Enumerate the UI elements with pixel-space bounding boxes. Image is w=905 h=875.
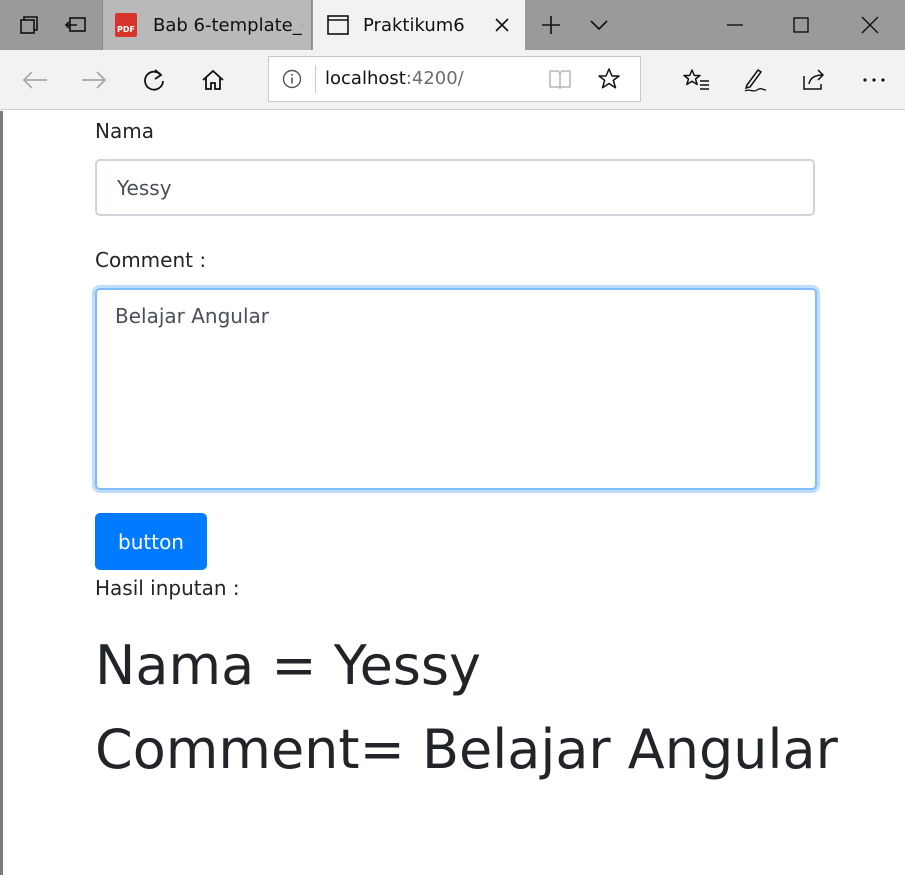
window-close-icon[interactable] [845,0,895,50]
show-aside-tabs-icon[interactable] [55,0,97,50]
tab-preview-chevron-down-icon[interactable] [578,0,620,50]
maximize-icon[interactable] [776,0,826,50]
result-comment: Comment= Belajar Angular [95,718,838,781]
minimize-icon[interactable] [710,0,760,50]
comment-label: Comment : [95,248,207,272]
browser-toolbar: localhost:4200/ [0,50,905,110]
tab-strip: PDF Bab 6-template_c Praktikum6 [0,0,905,50]
result-label: Hasil inputan : [95,576,240,600]
address-separator [315,65,316,93]
web-note-pen-icon[interactable] [735,60,775,100]
address-bar[interactable]: localhost:4200/ [268,56,641,102]
favorite-star-icon[interactable] [597,67,621,95]
new-tab-icon[interactable] [530,0,572,50]
submit-button[interactable]: button [95,513,207,570]
comment-textarea[interactable]: Belajar Angular [95,288,817,490]
tab-praktikum6[interactable]: Praktikum6 [313,0,525,50]
share-icon[interactable] [794,60,834,100]
refresh-icon[interactable] [134,60,174,100]
window-icon [327,15,349,40]
page-content: Nama Comment : Belajar Angular button Ha… [0,111,905,875]
info-icon[interactable] [282,69,302,93]
forward-arrow-icon[interactable] [74,60,114,100]
back-arrow-icon[interactable] [15,60,55,100]
tab-title: Praktikum6 [363,14,465,36]
result-name: Nama = Yessy [95,634,482,697]
favorites-hub-icon[interactable] [676,60,716,100]
pdf-icon: PDF [115,13,137,37]
name-label: Nama [95,119,154,143]
more-options-icon[interactable] [854,60,894,100]
name-input[interactable] [95,159,815,216]
set-aside-tabs-icon[interactable] [8,0,50,50]
url-text[interactable]: localhost:4200/ [325,68,464,89]
tab-bab6[interactable]: PDF Bab 6-template_c [102,0,312,50]
reading-view-icon[interactable] [547,68,573,94]
close-tab-icon[interactable] [489,12,515,38]
home-icon[interactable] [193,60,233,100]
tab-title: Bab 6-template_c [153,14,303,36]
